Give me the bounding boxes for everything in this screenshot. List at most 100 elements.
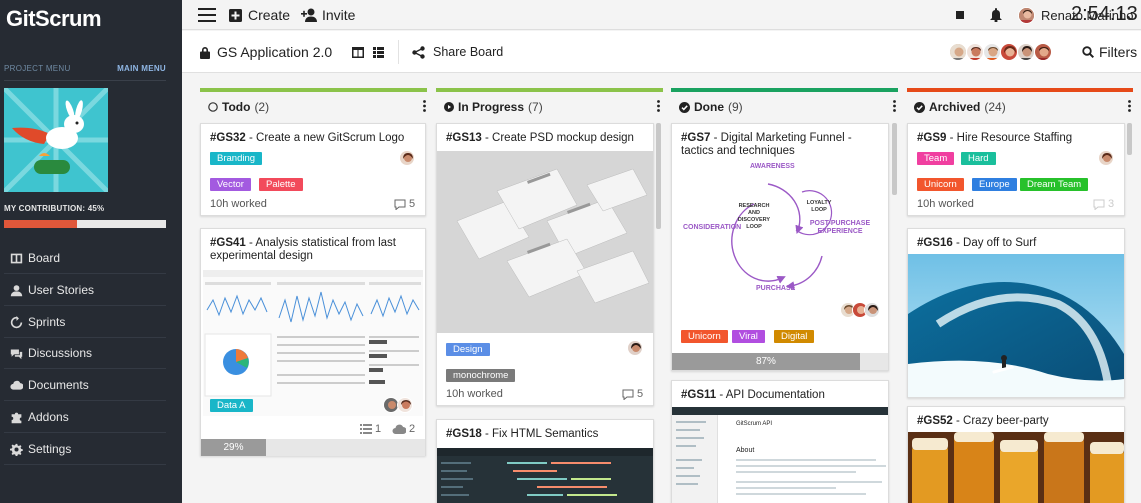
hamburger-menu-button[interactable] [198, 0, 216, 30]
tag[interactable]: Hard [961, 152, 996, 165]
card-progress-bar: 29% [201, 439, 425, 456]
tag[interactable]: Vector [210, 178, 251, 191]
card-image-analytics [203, 270, 423, 416]
diagram-label-line: LOYALTY [806, 200, 832, 206]
view-columns-button[interactable] [352, 31, 364, 73]
column-count: (24) [984, 100, 1006, 114]
tag[interactable]: Dream Team [1020, 178, 1089, 191]
gear-icon [4, 443, 28, 456]
view-list-button[interactable] [373, 31, 384, 73]
task-card[interactable]: #GS16 - Day off to Surf [907, 228, 1125, 398]
chat-icon [4, 347, 28, 360]
user-menu[interactable]: Renato Marinho [1018, 0, 1134, 30]
tag[interactable]: Unicorn [681, 330, 728, 343]
project-menu-tab[interactable]: PROJECT MENU [4, 64, 71, 73]
task-card[interactable]: #GS18 - Fix HTML Semantics [436, 419, 654, 503]
column-menu-icon[interactable] [423, 100, 426, 112]
comment-count[interactable]: 3 [1093, 198, 1114, 210]
card-title: #GS9 - Hire Resource Staffing [917, 132, 1116, 145]
board-title: GS Application 2.0 [217, 44, 333, 60]
task-card[interactable]: #GS41 - Analysis statistical from last e… [200, 228, 426, 456]
main-menu-tab[interactable]: MAIN MENU [117, 64, 166, 73]
worked-time: 10h worked [210, 198, 267, 210]
sidebar-item-sprints[interactable]: Sprints [4, 307, 166, 338]
tag[interactable]: Team [917, 152, 955, 165]
worked-time: 10h worked [446, 388, 503, 400]
column-header-done: Done (9) [679, 96, 896, 118]
user-icon [4, 284, 28, 297]
columns-view-icon [352, 46, 364, 58]
tag[interactable]: Design [446, 343, 490, 356]
filters-button[interactable]: Filters [1082, 31, 1137, 73]
user-avatar [1018, 6, 1035, 24]
column-menu-icon[interactable] [1128, 100, 1131, 112]
card-image-funnel-diagram: AWARENESS RESEARCH AND DISCOVERY LOOP LO… [672, 160, 888, 324]
sidebar-item-settings[interactable]: Settings [4, 434, 166, 465]
card-id: #GS41 [210, 237, 246, 249]
card-title: #GS18 - Fix HTML Semantics [446, 428, 645, 441]
comment-icon [1093, 199, 1105, 210]
comment-count-value: 5 [637, 388, 644, 400]
comment-count[interactable]: 5 [394, 198, 415, 210]
tag[interactable]: monochrome [446, 369, 516, 382]
column-scrollbar[interactable] [892, 123, 897, 195]
filters-label: Filters [1099, 44, 1138, 60]
column-scrollbar[interactable] [656, 123, 661, 229]
avatar [983, 43, 1001, 61]
sidebar-item-addons[interactable]: Addons [4, 402, 166, 433]
puzzle-icon [4, 411, 28, 424]
diagram-label: LOYALTY LOOP [802, 200, 836, 214]
contribution-fill [4, 220, 77, 228]
share-board-button[interactable]: Share Board [412, 31, 503, 73]
tag[interactable]: Europe [972, 178, 1017, 191]
create-label: Create [248, 7, 291, 23]
tag[interactable]: Digital [774, 330, 815, 343]
tag[interactable]: Viral [732, 330, 765, 343]
sidebar-item-documents[interactable]: Documents [4, 370, 166, 401]
card-id: #GS52 [917, 415, 953, 427]
gitscrum-logo[interactable]: GitScrum [6, 6, 102, 32]
create-button[interactable]: Create [229, 0, 290, 30]
avatar [1000, 43, 1018, 61]
tag[interactable]: Unicorn [917, 178, 964, 191]
project-image[interactable] [4, 88, 108, 192]
card-title-text: - Crazy beer-party [952, 415, 1049, 427]
column-title: In Progress [458, 100, 525, 114]
sprint-icon [4, 315, 28, 329]
comment-icon [622, 389, 634, 400]
invite-button[interactable]: Invite [300, 0, 355, 30]
task-card[interactable]: #GS7 - Digital Marketing Funnel - tactic… [671, 123, 889, 371]
sidebar-item-label: User Stories [28, 283, 95, 297]
search-icon [1082, 46, 1094, 58]
card-id: #GS7 [681, 132, 711, 144]
task-card[interactable]: #GS9 - Hire Resource Staffing Team Hard … [907, 123, 1125, 216]
task-count[interactable]: 1 [360, 423, 381, 435]
column-menu-icon[interactable] [893, 100, 896, 112]
tag[interactable]: Data A [210, 399, 253, 412]
sidebar-item-board[interactable]: Board [4, 243, 166, 274]
diagram-label: CONSIDERATION [683, 224, 742, 231]
bell-icon [990, 8, 1002, 22]
task-card[interactable]: #GS32 - Create a new GitScrum Logo Brand… [200, 123, 426, 216]
board-icon [4, 252, 28, 265]
column-count: (9) [728, 100, 743, 114]
diagram-label-line: RESEARCH AND [738, 203, 770, 216]
sidebar-item-label: Sprints [28, 315, 66, 329]
card-title: #GS32 - Create a new GitScrum Logo [210, 132, 417, 145]
share-board-label: Share Board [433, 45, 504, 59]
sidebar-item-user-stories[interactable]: User Stories [4, 275, 166, 306]
task-card[interactable]: #GS13 - Create PSD mockup design Design … [436, 123, 654, 406]
column-color-bar [200, 88, 427, 92]
comment-count[interactable]: 5 [622, 388, 643, 400]
column-scrollbar[interactable] [1127, 123, 1132, 155]
play-circle-icon [444, 102, 454, 112]
task-card[interactable]: #GS11 - API Documentation GitScrum API A… [671, 380, 889, 503]
notifications-button[interactable] [990, 0, 1002, 30]
column-menu-icon[interactable] [657, 100, 660, 112]
task-card[interactable]: #GS52 - Crazy beer-party [907, 406, 1125, 503]
attachment-count[interactable]: 2 [392, 423, 415, 435]
timer-stop-button[interactable] [956, 0, 964, 30]
tag[interactable]: Palette [259, 178, 303, 191]
tag[interactable]: Branding [210, 152, 263, 165]
sidebar-item-discussions[interactable]: Discussions [4, 338, 166, 369]
